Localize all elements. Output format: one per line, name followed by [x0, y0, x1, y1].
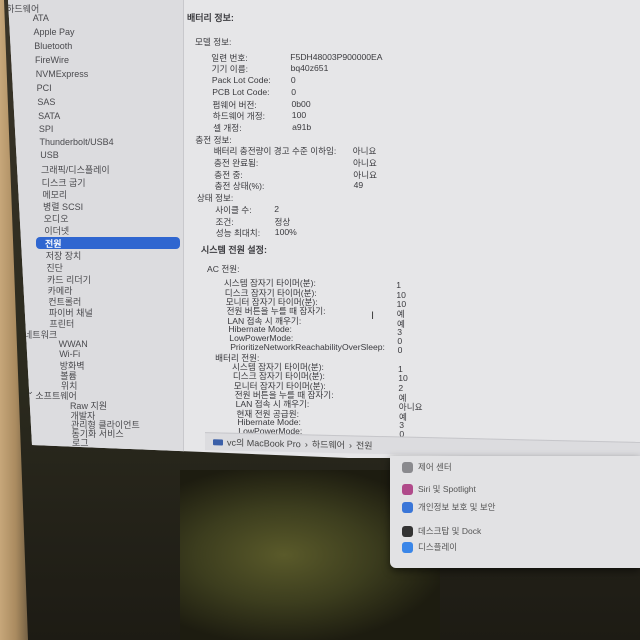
sidebar-item[interactable]: USB [40, 150, 59, 160]
laptop-icon [213, 438, 223, 445]
field-label: 일련 번호: [211, 52, 248, 63]
crumb-computer[interactable]: vc의 MacBook Pro [227, 436, 301, 451]
system-information-window: ⌄ 하드웨어ATAApple PayBluetoothFireWireNVMEx… [8, 0, 640, 458]
sidebar-item[interactable]: Bluetooth [34, 41, 72, 51]
field-label: 충전 중: [214, 169, 243, 180]
sidebar-item[interactable]: PCI [37, 83, 52, 93]
hand-icon [402, 501, 413, 513]
field-value: 2 [274, 203, 279, 214]
field-value: 아니요 [352, 146, 377, 157]
system-settings-window: 제어 센터 Siri 및 Spotlight 개인정보 보호 및 보안데스크탑 및 … [390, 456, 640, 568]
display-icon [402, 541, 413, 553]
settings-item[interactable]: 디스플레이 [402, 541, 457, 553]
settings-item-label: 제어 센터 [418, 462, 452, 472]
crumb-power[interactable]: 전원 [356, 438, 373, 451]
field-label: 충전 완료됨: [214, 158, 259, 168]
sidebar-item[interactable]: Wi-Fi [59, 349, 80, 359]
settings-item[interactable]: 데스크탑 및 Dock [402, 525, 481, 537]
field-label: 충전 상태(%): [214, 181, 265, 192]
field-label: Pack Lot Code: [211, 75, 271, 86]
field-value: 0b00 [291, 98, 311, 109]
field-label: 하드웨어 개정: [212, 111, 266, 122]
field-label: 기기 이름: [211, 64, 248, 75]
field-label: 충전 정보: [195, 134, 232, 145]
field-label: 조건: [215, 216, 234, 227]
crumb-separator: › [304, 438, 308, 449]
section-title: 시스템 전원 설정: [201, 245, 267, 255]
settings-item-label: 개인정보 보호 및 보안 [418, 502, 496, 512]
sidebar-item[interactable]: 그래픽/디스플레이 [41, 163, 110, 176]
field-value: 아니요 [353, 169, 378, 180]
field-label: PCB Lot Code: [212, 86, 270, 97]
sidebar-item[interactable]: Thunderbolt/USB4 [40, 137, 114, 147]
sidebar-item[interactable]: ATA [33, 13, 49, 23]
field-label: 모델 정보: [195, 37, 232, 47]
field-value: F5DH48003P900000EA [290, 51, 383, 62]
field-value: 0 [291, 86, 296, 97]
field-label: AC 전원: [207, 264, 240, 274]
sidebar-item[interactable]: FireWire [35, 55, 69, 65]
settings-item[interactable]: Siri 및 Spotlight [402, 483, 476, 495]
sidebar-item[interactable]: ⌄ 네트워크 [15, 325, 57, 341]
dock-icon [402, 525, 413, 537]
settings-item-label: 데스크탑 및 Dock [418, 526, 482, 536]
field-value: bq40z651 [290, 63, 329, 74]
sidebar-item[interactable]: 이더넷 [44, 224, 69, 237]
field-label: 배터리 충전량이 경고 수준 이하임: [213, 146, 337, 157]
field-label: 성능 최대치: [215, 228, 261, 239]
field-value: 100% [274, 227, 297, 238]
field-value: 49 [353, 180, 364, 191]
sidebar-item[interactable]: SPI [39, 124, 54, 134]
field-value: 0 [397, 345, 403, 356]
sidebar-item[interactable]: SATA [38, 111, 60, 121]
field-value: 0 [290, 75, 296, 86]
section-title: 배터리 정보: [187, 13, 234, 23]
sidebar-item[interactable]: WWAN [59, 339, 88, 349]
settings-item[interactable]: 개인정보 보호 및 보안 [402, 501, 495, 513]
settings-item-label: Siri 및 Spotlight [418, 484, 476, 494]
field-value: 아니요 [353, 158, 377, 168]
field-value: 100 [291, 110, 307, 121]
field-label: 셀 개정: [213, 122, 242, 133]
text-cursor-icon: I [371, 310, 375, 322]
sidebar-item[interactable]: Apple Pay [33, 27, 74, 37]
settings-item[interactable]: 제어 센터 [402, 461, 452, 473]
siri-icon [402, 483, 413, 495]
sidebar-item[interactable]: SAS [37, 97, 55, 107]
content-pane: 배터리 정보: 모델 정보: 일련 번호: F5DH48003P900000EA 기기 … [185, 0, 640, 448]
settings-item-label: 디스플레이 [418, 542, 458, 552]
field-value: a91b [292, 121, 312, 132]
field-label: 상태 정보: [196, 193, 234, 204]
crumb-separator: › [348, 439, 352, 450]
field-label: 펌웨어 버전: [212, 99, 257, 110]
control-center-icon [402, 461, 413, 473]
sidebar-item[interactable]: NVMExpress [36, 69, 89, 79]
crumb-hardware[interactable]: 하드웨어 [312, 437, 345, 451]
field-value: 정상 [274, 216, 291, 227]
field-label: 사이클 수: [215, 204, 252, 215]
